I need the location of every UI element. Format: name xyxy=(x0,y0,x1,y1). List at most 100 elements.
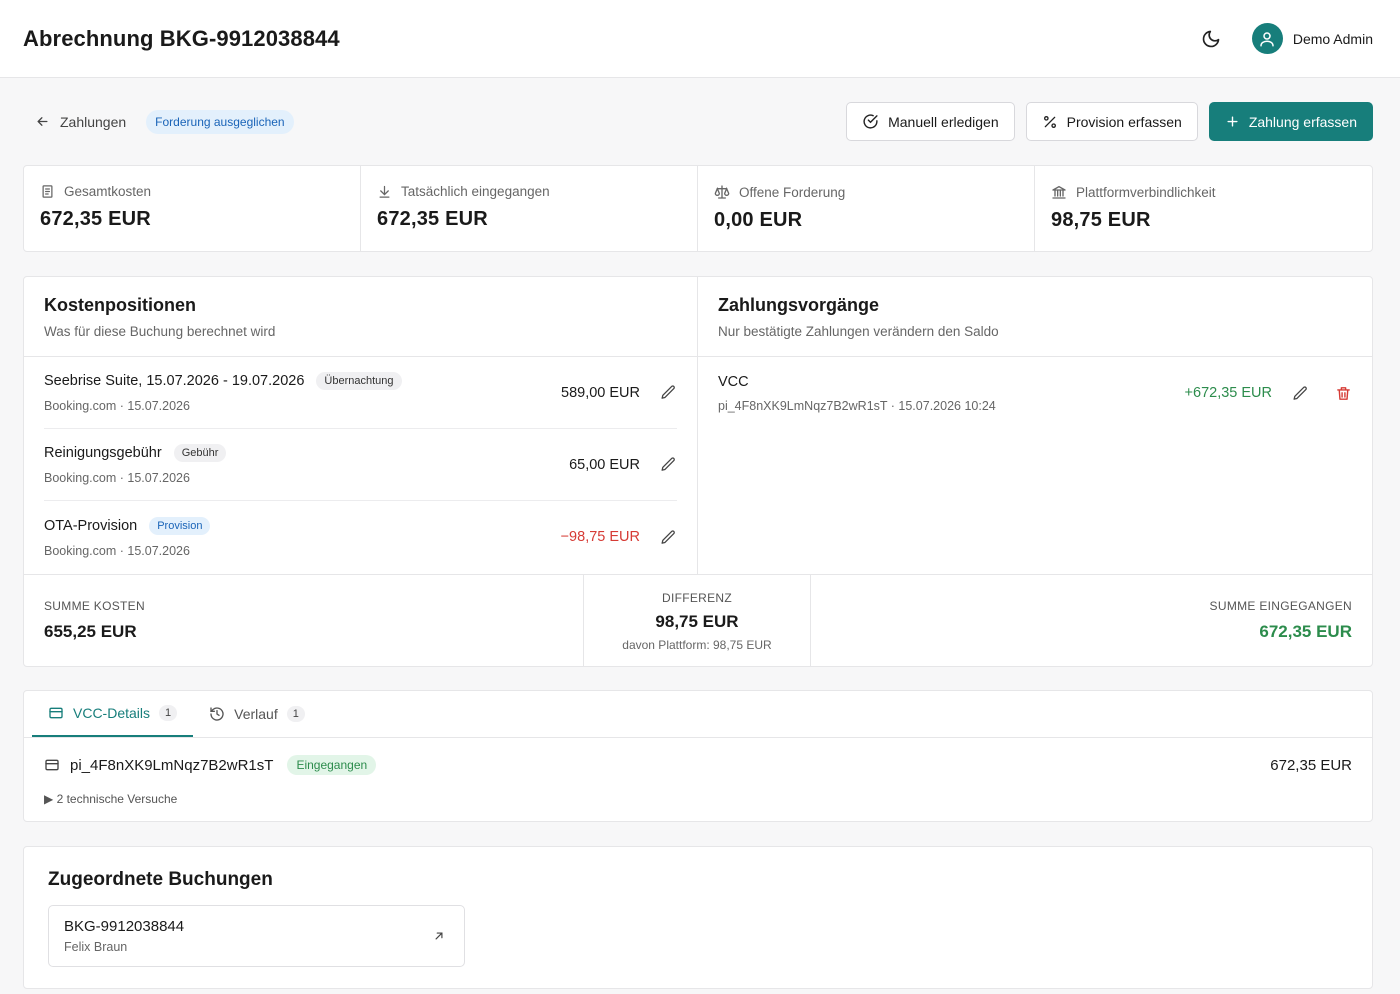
vcc-status-badge: Eingegangen xyxy=(287,755,377,775)
stat-label: Plattformverbindlichkeit xyxy=(1076,184,1216,200)
vcc-id: pi_4F8nXK9LmNqz7B2wR1sT xyxy=(70,756,274,774)
download-icon xyxy=(379,185,390,198)
summary-label: DIFFERENZ xyxy=(661,591,733,605)
credit-card-icon xyxy=(49,707,63,719)
cost-positions-section: Kostenpositionen Was für diese Buchung b… xyxy=(24,277,698,574)
summary-note: davon Plattform: 98,75 EUR xyxy=(622,638,772,652)
stats-summary: Gesamtkosten 672,35 EUR Tatsächlich eing… xyxy=(23,165,1373,252)
user-name: Demo Admin xyxy=(1292,30,1373,47)
summary-value: 98,75 EUR xyxy=(655,612,739,631)
stat-label: Tatsächlich eingegangen xyxy=(401,184,550,199)
item-name: Reinigungsgebühr xyxy=(44,445,162,461)
item-meta: Booking.com · 15.07.2026 xyxy=(44,543,190,558)
page-title: Abrechnung BKG-9912038844 xyxy=(23,25,340,51)
booking-card[interactable]: BKG-9912038844 Felix Braun xyxy=(48,905,465,967)
vcc-amount: 672,35 EUR xyxy=(1270,756,1352,774)
technical-attempts-toggle[interactable]: ▶ 2 technische Versuche xyxy=(24,775,1372,806)
pencil-icon[interactable] xyxy=(1292,385,1309,402)
history-icon xyxy=(210,707,224,721)
item-meta: Booking.com · 15.07.2026 xyxy=(44,399,190,413)
stat-value: 0,00 EUR xyxy=(714,209,803,231)
percent-icon xyxy=(1043,115,1056,128)
booking-id: BKG-9912038844 xyxy=(64,918,185,935)
payment-amount: +672,35 EUR xyxy=(1184,385,1272,401)
item-amount: 65,00 EUR xyxy=(569,456,640,473)
summary-bar: SUMME KOSTEN 655,25 EUR DIFFERENZ 98,75 … xyxy=(24,575,1372,666)
pencil-icon[interactable] xyxy=(660,456,677,473)
manual-complete-label: Manuell erledigen xyxy=(888,113,999,130)
item-name: OTA-Provision xyxy=(44,517,138,534)
stat-received: Tatsächlich eingegangen 672,35 EUR xyxy=(361,166,698,251)
status-badge: Forderung ausgeglichen xyxy=(146,109,294,134)
tab-label: VCC-Details xyxy=(73,705,151,721)
stat-total-costs: Gesamtkosten 672,35 EUR xyxy=(24,166,361,251)
arrow-left-icon xyxy=(37,117,48,126)
trash-icon[interactable] xyxy=(1335,385,1352,402)
stat-label: Offene Forderung xyxy=(739,184,846,200)
tab-history[interactable]: Verlauf 1 xyxy=(193,691,321,737)
section-title: Zahlungsvorgänge xyxy=(718,295,880,315)
bank-icon xyxy=(1052,185,1066,199)
stat-value: 672,35 EUR xyxy=(40,208,151,230)
user-icon xyxy=(1260,31,1275,46)
receipt-icon xyxy=(42,185,53,198)
stat-value: 672,35 EUR xyxy=(377,208,488,230)
pencil-icon[interactable] xyxy=(660,529,677,546)
section-subtitle: Nur bestätigte Zahlungen verändern den S… xyxy=(718,324,999,339)
user-menu[interactable]: Demo Admin xyxy=(1251,23,1373,54)
add-payment-button[interactable]: Zahlung erfassen xyxy=(1208,102,1373,141)
moon-icon xyxy=(1202,30,1220,47)
item-tag: Übernachtung xyxy=(316,372,402,390)
section-title: Kostenpositionen xyxy=(44,295,196,315)
summary-value: 655,25 EUR xyxy=(44,622,137,641)
cost-list: Seebrise Suite, 15.07.2026 - 19.07.2026 … xyxy=(24,357,697,573)
list-item: OTA-Provision Provision Booking.com · 15… xyxy=(44,501,677,573)
stat-label: Gesamtkosten xyxy=(64,184,152,199)
assigned-bookings-section: Zugeordnete Buchungen BKG-9912038844 Fel… xyxy=(23,846,1373,989)
summary-label: SUMME KOSTEN xyxy=(44,599,145,613)
item-amount: 589,00 EUR xyxy=(561,384,640,401)
payment-method: VCC xyxy=(718,373,749,390)
stat-open-claim: Offene Forderung 0,00 EUR xyxy=(698,166,1035,251)
credit-card-icon xyxy=(45,759,59,771)
details-panel: VCC-Details 1 Verlauf 1 pi_4F8nXK9LmNqz7… xyxy=(23,690,1373,822)
add-commission-label: Provision erfassen xyxy=(1066,113,1182,130)
back-link[interactable]: Zahlungen xyxy=(35,114,126,130)
tab-bar: VCC-Details 1 Verlauf 1 xyxy=(24,691,1372,738)
list-item: VCC pi_4F8nXK9LmNqz7B2wR1sT · 15.07.2026… xyxy=(718,357,1352,429)
summary-costs: SUMME KOSTEN 655,25 EUR xyxy=(24,575,584,666)
tab-count: 1 xyxy=(159,705,178,721)
item-name: Seebrise Suite, 15.07.2026 - 19.07.2026 xyxy=(44,373,305,389)
item-amount: −98,75 EUR xyxy=(560,529,640,545)
header-actions: Demo Admin xyxy=(1196,23,1373,54)
stat-platform-liability: Plattformverbindlichkeit 98,75 EUR xyxy=(1035,166,1372,251)
booking-guest: Felix Braun xyxy=(64,940,128,954)
tab-vcc-details[interactable]: VCC-Details 1 xyxy=(32,691,194,737)
section-subtitle: Was für diese Buchung berechnet wird xyxy=(44,324,276,339)
pencil-icon[interactable] xyxy=(660,384,677,401)
plus-icon xyxy=(1227,116,1238,127)
list-item: Reinigungsgebühr Gebühr Booking.com · 15… xyxy=(44,429,677,501)
scale-icon xyxy=(714,185,730,199)
item-meta: Booking.com · 15.07.2026 xyxy=(44,471,190,485)
tab-label: Verlauf xyxy=(234,706,278,722)
summary-received: SUMME EINGEGANGEN 672,35 EUR xyxy=(811,575,1372,666)
manual-complete-button[interactable]: Manuell erledigen xyxy=(846,102,1015,141)
payment-list: VCC pi_4F8nXK9LmNqz7B2wR1sT · 15.07.2026… xyxy=(698,357,1372,429)
top-header: Abrechnung BKG-9912038844 Demo Admin xyxy=(0,0,1400,78)
vcc-entry: pi_4F8nXK9LmNqz7B2wR1sT Eingegangen 672,… xyxy=(24,738,1372,775)
item-tag: Provision xyxy=(149,516,211,535)
avatar xyxy=(1251,23,1283,54)
dark-mode-toggle[interactable] xyxy=(1196,24,1226,54)
toolbar-actions: Manuell erledigen Provision erfassen Zah… xyxy=(846,102,1373,141)
item-tag: Gebühr xyxy=(173,444,227,462)
back-link-label: Zahlungen xyxy=(60,113,127,130)
add-commission-button[interactable]: Provision erfassen xyxy=(1025,102,1198,141)
section-title: Zugeordnete Buchungen xyxy=(48,869,273,890)
payment-meta: pi_4F8nXK9LmNqz7B2wR1sT · 15.07.2026 10:… xyxy=(718,398,996,413)
list-item: Seebrise Suite, 15.07.2026 - 19.07.2026 … xyxy=(44,357,677,429)
external-link-icon xyxy=(435,932,443,940)
stat-value: 98,75 EUR xyxy=(1051,209,1151,231)
summary-difference: DIFFERENZ 98,75 EUR davon Plattform: 98,… xyxy=(584,575,811,666)
billing-panel: Kostenpositionen Was für diese Buchung b… xyxy=(23,276,1373,667)
